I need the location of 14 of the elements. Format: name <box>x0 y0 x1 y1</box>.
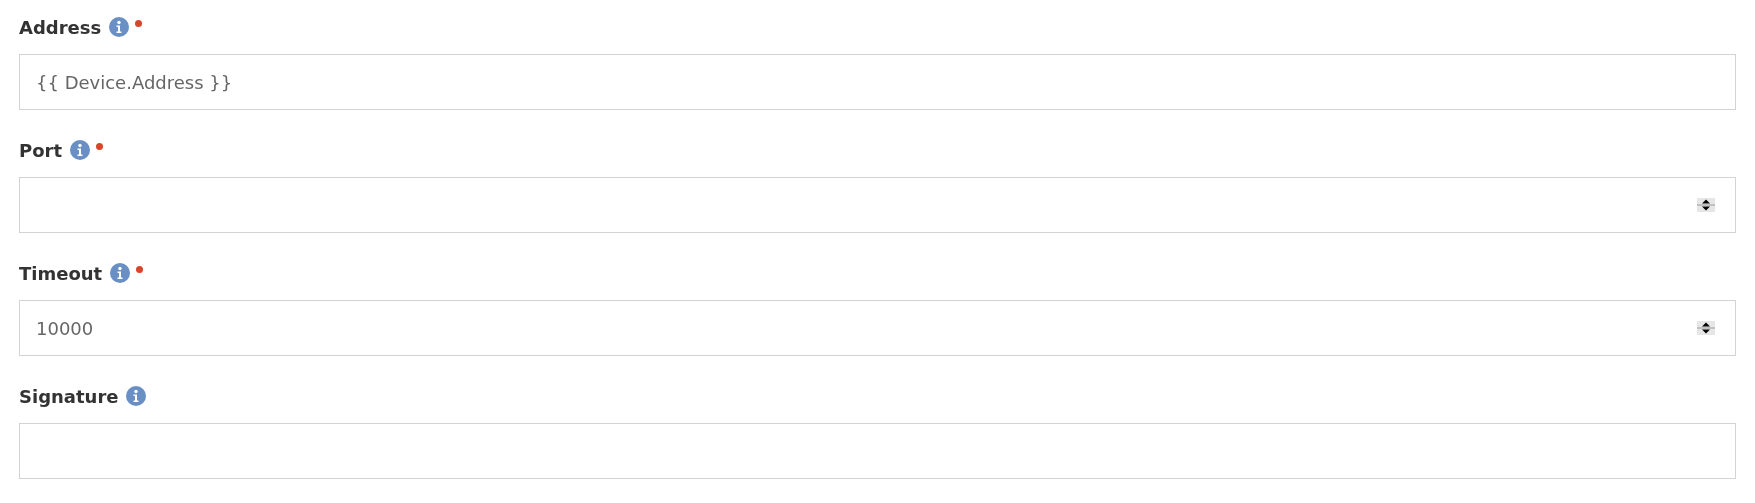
field-label: Signature <box>19 385 119 407</box>
info-icon[interactable] <box>126 386 147 406</box>
info-icon[interactable] <box>109 17 130 37</box>
spinner-icon[interactable] <box>1697 321 1715 335</box>
input-field[interactable] <box>19 177 1736 233</box>
spinner-icon[interactable] <box>1697 198 1715 212</box>
input-field[interactable]: 10000 <box>19 300 1736 356</box>
field-label: Timeout <box>19 262 103 284</box>
info-icon[interactable] <box>110 263 131 283</box>
input-field[interactable] <box>19 423 1736 479</box>
field-label: Port <box>19 139 63 161</box>
field-label: Address <box>19 16 102 38</box>
input-field[interactable]: {{ Device.Address }} <box>19 54 1736 110</box>
info-icon[interactable] <box>70 140 91 160</box>
